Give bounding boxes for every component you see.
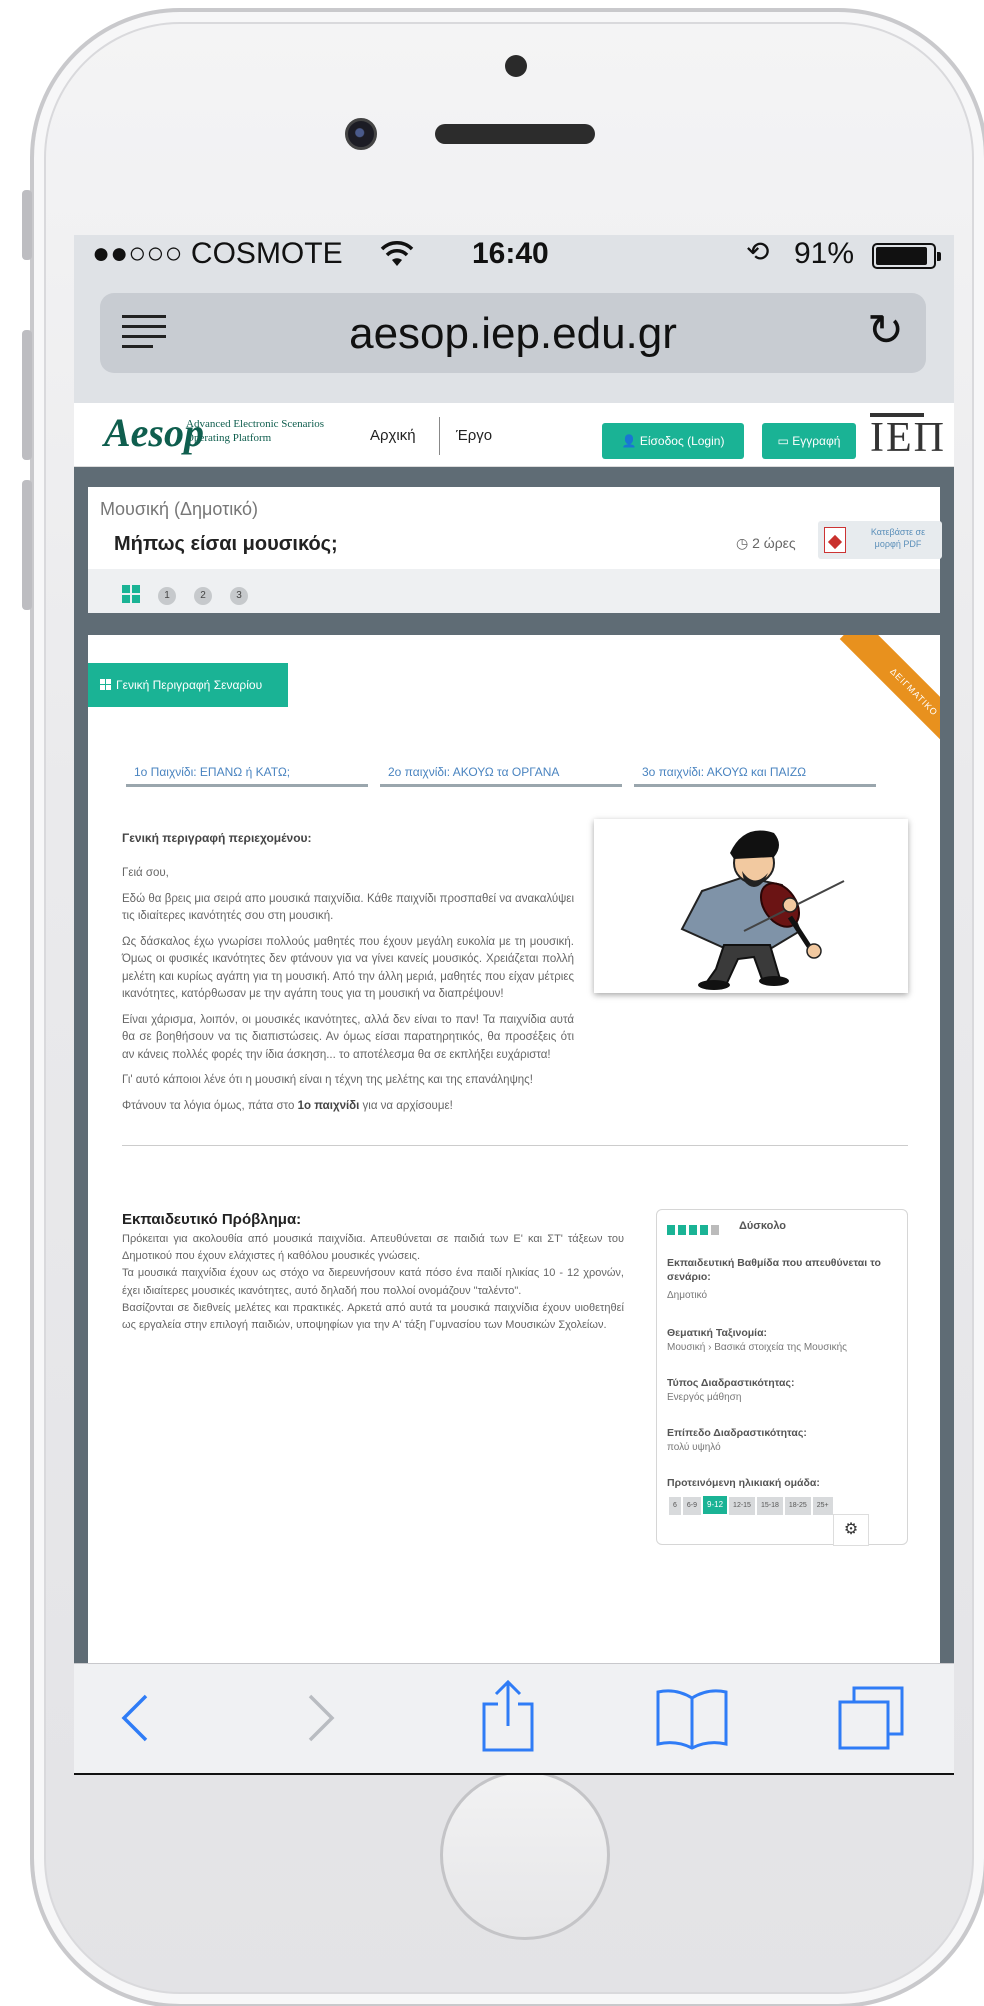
scenario-subject: Μουσική (Δημοτικό) [100,499,259,519]
problem-text: Πρόκειται για ακολουθία από μουσικά παιχ… [122,1233,624,1332]
violinist-icon [680,830,845,990]
share-icon[interactable] [478,1678,538,1754]
clock-icon: ◷ [736,535,749,551]
web-page: Aesop Advanced Electronic Scenarios Oper… [74,403,954,1663]
age-group-list: 6 6-9 9-12 12-15 15-18 18-25 25+ [669,1494,835,1515]
home-button[interactable] [440,1770,610,1940]
intro-paragraph-1: Εδώ θα βρεις μια σειρά απο μουσικά παιχν… [122,892,574,923]
age-chip-selected: 9-12 [703,1496,728,1514]
interaction-type-label: Τύπος Διαδραστικότητας: [667,1377,795,1389]
user-icon: 👤 [621,434,637,448]
age-chip: 18-25 [784,1497,811,1515]
battery-percentage: 91% [794,237,855,270]
register-icon: ▭ [777,434,789,448]
wifi-icon [380,241,414,266]
rotation-lock-icon: ⟲ [746,236,770,267]
greeting: Γειά σου, [122,867,169,879]
step-3[interactable]: 3 [230,587,248,605]
back-icon[interactable] [116,1690,156,1746]
volume-down-button [22,480,32,610]
section-divider [122,1145,908,1146]
age-chip: 6-9 [682,1497,702,1515]
steps-bar [88,569,940,613]
clock: 16:40 [472,237,549,270]
duration-label: ◷ 2 ώρες [736,535,796,551]
difficulty-bars [667,1222,722,1240]
mute-switch [22,190,32,260]
intro-paragraph-5: Φτάνουν τα λόγια όμως, πάτα στο 1ο παιχν… [122,1099,453,1112]
intro-text: Γειά σου, Εδώ θα βρεις μια σειρά απο μου… [122,865,574,1123]
front-camera [345,118,377,150]
tab-game-1[interactable]: 1ο Παιχνίδι: ΕΠΑΝΩ ή ΚΑΤΩ; [126,755,368,787]
intro-paragraph-4: Γι' αυτό κάποιοι λένε ότι η μουσική είνα… [122,1074,533,1086]
difficulty-label: Δύσκολο [739,1220,787,1232]
nav-divider [439,417,440,455]
nav-work-link[interactable]: Έργο [456,427,492,444]
sample-ribbon: ΔΕΙΓΜΑΤΙΚΟ [839,635,940,767]
step-2[interactable]: 2 [194,587,212,605]
overview-grid-icon[interactable] [122,585,140,603]
forward-icon[interactable] [300,1690,340,1746]
interaction-type-value: Ενεργός μάθηση [667,1392,742,1403]
login-button[interactable]: 👤 Είσοδος (Login) [602,423,744,459]
tab-game-2[interactable]: 2ο παιχνίδι: ΑΚΟΥΩ τα ΟΡΓΑΝΑ [380,755,622,787]
problem-title: Εκπαιδευτικό Πρόβλημα: [122,1211,302,1228]
browser-toolbar [74,1663,954,1775]
carrier-label: ●●○○○ COSMOTE [92,237,343,270]
intro-paragraph-3: Είναι χάρισμα, λοιπόν, οι μουσικές ικανό… [122,1013,574,1061]
violinist-illustration [594,819,908,993]
tabs-icon[interactable] [836,1684,908,1754]
site-navbar: Aesop Advanced Electronic Scenarios Oper… [74,403,954,467]
page-title: Μήπως είσαι μουσικός; [114,533,338,555]
url-text[interactable]: aesop.iep.edu.gr [100,309,926,359]
download-pdf-button[interactable]: Κατεβάστε σε μορφή PDF [818,521,942,559]
education-level-value: Δημοτικό [667,1290,708,1301]
battery-icon [872,243,941,269]
step-1[interactable]: 1 [158,587,176,605]
iep-logo[interactable]: ΙΕΠ [870,413,946,459]
age-chip: 15-18 [756,1497,783,1515]
tab-game-3[interactable]: 3ο παιχνίδι: ΑΚΟΥΩ και ΠΑΙΖΩ [634,755,876,787]
nav-home-link[interactable]: Αρχική [370,427,416,444]
content-heading: Γενική περιγραφή περιεχομένου: [122,831,312,845]
screen: ●●○○○ COSMOTE 16:40 ⟲ 91% aesop.iep.edu.… [74,235,954,1775]
content-card: ΔΕΙΓΜΑΤΙΚΟ Γενική Περιγραφή Σεναρίου 1ο … [88,635,940,1663]
scenario-info-panel: Δύσκολο Εκπαιδευτική Βαθμίδα που απευθύν… [656,1209,908,1546]
earpiece-speaker [435,124,595,144]
age-chip: 25+ [812,1497,833,1515]
login-label: Είσοδος (Login) [639,434,725,448]
age-chip: 12-15 [729,1497,755,1515]
volume-up-button [22,330,32,460]
education-level-label: Εκπαιδευτική Βαθμίδα που απευθύνεται το … [667,1257,881,1283]
pdf-icon [824,527,846,553]
proximity-sensor [505,55,527,77]
taxonomy-label: Θεματική Ταξινομία: [667,1327,768,1339]
taxonomy-value: Μουσική › Βασικά στοιχεία της Μουσικής [667,1342,847,1353]
grid-icon [100,679,111,690]
scenario-header: Μουσική (Δημοτικό) Μήπως είσαι μουσικός;… [88,487,942,613]
screen-bottom-edge [74,1773,954,1775]
register-label: Εγγραφή [792,434,841,448]
interaction-level-label: Επίπεδο Διαδραστικότητας: [667,1427,807,1439]
logo-tagline: Advanced Electronic Scenarios Operating … [186,418,325,444]
interaction-level-value: πολύ υψηλό [667,1442,721,1453]
pdf-label: Κατεβάστε σε μορφή PDF [870,527,926,549]
general-description-tag[interactable]: Γενική Περιγραφή Σεναρίου [88,663,288,707]
register-button[interactable]: ▭ Εγγραφή [762,423,856,459]
age-chip: 6 [669,1497,681,1515]
bookmarks-icon[interactable] [654,1686,730,1750]
status-bar: ●●○○○ COSMOTE 16:40 ⟲ 91% [74,235,954,275]
intro-paragraph-2: Ως δάσκαλος έχω γνωρίσει πολλούς μαθητές… [122,935,574,1001]
settings-gear-icon[interactable]: ⚙ [833,1514,869,1546]
address-bar[interactable]: aesop.iep.edu.gr ↻ [100,293,926,373]
reload-icon[interactable]: ↻ [867,305,904,356]
age-group-label: Προτεινόμενη ηλικιακή ομάδα: [667,1477,820,1489]
